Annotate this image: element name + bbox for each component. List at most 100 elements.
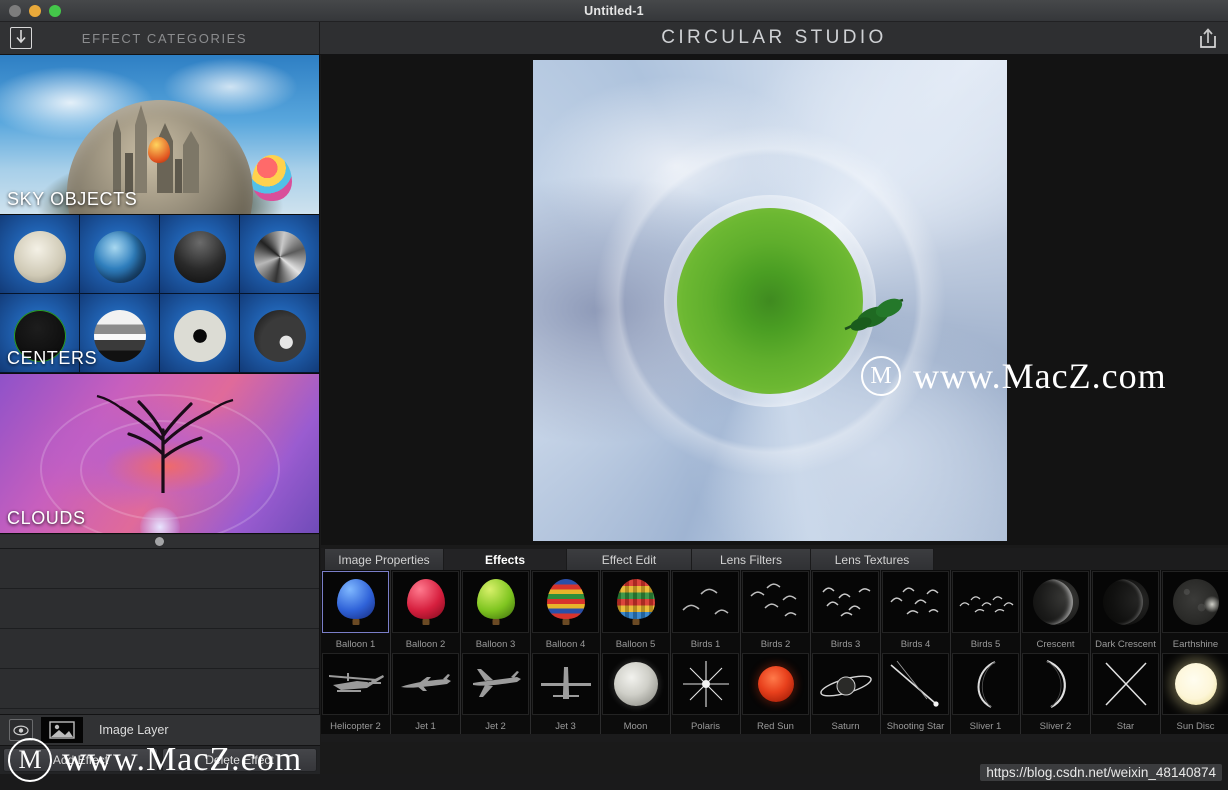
list-item[interactable]	[0, 629, 319, 669]
effect-thumbnail	[1162, 571, 1228, 633]
effect-item-jet-2[interactable]: Jet 2	[461, 652, 531, 734]
planet-saturn-rings-icon	[819, 675, 872, 697]
effect-label: Jet 3	[555, 721, 576, 732]
effect-item-moon[interactable]: Moon	[601, 652, 671, 734]
sidebar-category-centers[interactable]: CENTERS	[0, 215, 319, 374]
effect-thumbnail	[672, 653, 739, 715]
effect-item-birds-5[interactable]: Birds 5	[951, 570, 1021, 652]
effect-thumbnail	[1022, 571, 1089, 633]
tab-effect-edit[interactable]: Effect Edit	[566, 548, 692, 570]
effect-label: Birds 1	[690, 639, 721, 650]
brand-word-2: STUDIO	[794, 27, 887, 48]
eyeball-planet-icon	[173, 310, 226, 363]
effect-label: Balloon 2	[405, 639, 446, 650]
effect-item-birds-3[interactable]: Birds 3	[811, 570, 881, 652]
effect-layer-list[interactable]	[0, 549, 319, 714]
center-thumb-dark-dome-planet[interactable]	[160, 215, 240, 294]
effect-item-polaris[interactable]: Polaris	[671, 652, 741, 734]
effect-label: Birds 2	[760, 639, 791, 650]
birds-flock-1-icon	[681, 588, 728, 615]
effect-label: Sun Disc	[1176, 721, 1215, 732]
rocky-dark-planet-icon	[253, 310, 306, 363]
scroll-position-dot[interactable]	[155, 537, 164, 546]
effect-label: Balloon 1	[335, 639, 376, 650]
effects-row-1: Balloon 1 Balloon 2 Balloon 3 Balloon 4 …	[321, 570, 1228, 652]
center-thumb-clock-planet[interactable]	[0, 215, 80, 294]
effect-thumbnail	[812, 653, 879, 715]
effect-item-birds-1[interactable]: Birds 1	[671, 570, 741, 652]
effect-thumbnail	[322, 653, 389, 715]
effect-item-sun-disc[interactable]: Sun Disc	[1161, 652, 1228, 734]
effect-label: Helicopter 2	[330, 721, 381, 732]
effect-item-star[interactable]: Star	[1091, 652, 1161, 734]
effect-thumbnail	[742, 653, 809, 715]
birds-flock-4-icon	[889, 587, 938, 615]
tab-lens-filters[interactable]: Lens Filters	[691, 548, 811, 570]
effect-label: Balloon 3	[475, 639, 516, 650]
effect-item-sliver-1[interactable]: Sliver 1	[951, 652, 1021, 734]
star-polaris-flare-icon	[682, 661, 729, 707]
effect-label: Polaris	[690, 721, 721, 732]
list-item[interactable]	[0, 589, 319, 629]
center-thumb-earth-planet[interactable]	[80, 215, 160, 294]
effect-item-earthshine[interactable]: Earthshine	[1161, 570, 1228, 652]
effect-label: Sliver 2	[1039, 721, 1072, 732]
window-title: Untitled-1	[584, 3, 644, 18]
little-planet-image[interactable]	[533, 60, 1007, 541]
moon-sliver-2-icon	[1046, 659, 1066, 708]
brand-word-1: CIRCULAR	[661, 27, 786, 48]
effect-thumbnail	[392, 571, 459, 633]
export-share-icon[interactable]	[1197, 27, 1219, 49]
tab-lens-textures[interactable]: Lens Textures	[810, 548, 934, 570]
center-thumb-eyeball-planet[interactable]	[160, 294, 240, 373]
effect-item-balloon-1[interactable]: Balloon 1	[321, 570, 391, 652]
effects-thumbnail-grid[interactable]: Balloon 1 Balloon 2 Balloon 3 Balloon 4 …	[321, 570, 1228, 742]
effect-item-red-sun[interactable]: Red Sun	[741, 652, 811, 734]
effect-label: Moon	[623, 721, 648, 732]
overlay-url-label: https://blog.csdn.net/weixin_48140874	[980, 764, 1222, 781]
effect-item-balloon-4[interactable]: Balloon 4	[531, 570, 601, 652]
effect-item-dark-crescent[interactable]: Dark Crescent	[1091, 570, 1161, 652]
watermark-text: www.MacZ.com	[913, 356, 1167, 396]
effect-item-balloon-5[interactable]: Balloon 5	[601, 570, 671, 652]
center-thumb-rocky-dark-planet[interactable]	[240, 294, 319, 373]
effect-thumbnail	[462, 653, 529, 715]
tab-image-properties[interactable]: Image Properties	[324, 548, 444, 570]
export-share-glyph	[1200, 28, 1216, 48]
sidebar-category-sky-objects[interactable]: SKY OBJECTS	[0, 55, 319, 215]
effect-item-birds-4[interactable]: Birds 4	[881, 570, 951, 652]
effect-categories-sidebar[interactable]: SKY OBJECTS CENTERS CLOUDS	[0, 55, 320, 714]
download-arrow-icon[interactable]	[10, 27, 32, 49]
effect-item-balloon-3[interactable]: Balloon 3	[461, 570, 531, 652]
effect-thumbnail	[812, 571, 879, 633]
tab-effects[interactable]: Effects	[443, 548, 567, 570]
effect-item-balloon-2[interactable]: Balloon 2	[391, 570, 461, 652]
effect-label: Birds 3	[830, 639, 861, 650]
effect-item-helicopter-2[interactable]: Helicopter 2	[321, 652, 391, 734]
center-thumb-faceted-gray-planet[interactable]	[240, 215, 319, 294]
eye-glyph	[13, 724, 29, 736]
moon-full-icon	[613, 662, 658, 706]
canvas-preview-area[interactable]: M www.MacZ.com	[321, 55, 1228, 545]
effect-item-jet-3[interactable]: Jet 3	[531, 652, 601, 734]
sidebar-scroll-indicator[interactable]	[0, 535, 319, 549]
list-item[interactable]	[0, 549, 319, 589]
effect-item-saturn[interactable]: Saturn	[811, 652, 881, 734]
list-item[interactable]	[0, 669, 319, 709]
effect-item-jet-1[interactable]: Jet 1	[391, 652, 461, 734]
effect-thumbnail	[1092, 653, 1159, 715]
bottom-panel-tabs[interactable]: Image Properties Effects Effect Edit Len…	[321, 548, 1228, 570]
faceted-gray-planet-icon	[253, 231, 306, 284]
effect-item-birds-2[interactable]: Birds 2	[741, 570, 811, 652]
effect-item-shooting-star[interactable]: Shooting Star	[881, 652, 951, 734]
effect-item-crescent[interactable]: Crescent	[1021, 570, 1091, 652]
moon-earthshine-icon	[1172, 579, 1219, 625]
planet-green-field	[677, 207, 863, 394]
effect-label: Saturn	[831, 721, 860, 732]
sidebar-category-clouds[interactable]: CLOUDS	[0, 374, 319, 534]
app-brand: CIRCULAR STUDIO	[661, 27, 887, 49]
shooting-star-streak-icon	[889, 660, 939, 707]
effect-item-sliver-2[interactable]: Sliver 2	[1021, 652, 1091, 734]
effect-label: Dark Crescent	[1095, 639, 1156, 650]
effect-thumbnail	[742, 571, 809, 633]
